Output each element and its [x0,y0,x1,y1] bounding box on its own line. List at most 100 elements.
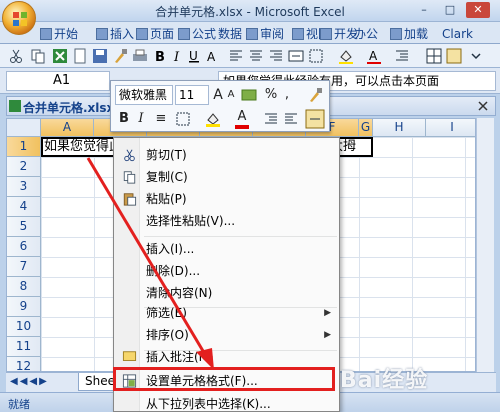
center-button[interactable]: ≡ [153,109,169,129]
menu-item-insert-comment[interactable]: 插入批注(M) [116,346,337,368]
close-button[interactable]: ✕ [466,2,490,18]
font-size-field[interactable]: 11 [175,85,209,105]
comma-button[interactable]: , [281,85,293,105]
tab-clark[interactable]: Clark [440,24,475,43]
row-header[interactable]: 1 [7,137,41,157]
menu-item-sort[interactable]: 排序(O) ▶ [116,324,337,346]
row-header[interactable]: 8 [7,277,41,297]
row-header[interactable]: 12 [7,357,41,371]
shrink-font-button[interactable]: A [225,85,237,105]
align-right-icon[interactable] [268,48,284,64]
column-header[interactable]: A [41,119,94,137]
row-header[interactable]: 4 [7,197,41,217]
bold-tool-icon[interactable]: B [152,48,168,64]
merge-center-icon[interactable] [305,109,325,129]
bold-button[interactable]: B [117,109,131,129]
maximize-button[interactable]: □ [438,2,462,18]
page-icon [136,27,148,40]
quick-access-toolbar: B I U A A [0,44,500,68]
view-icon [292,27,304,40]
menu-item-clear-contents[interactable]: 清除内容(N) [116,282,337,304]
brush-icon[interactable] [112,48,128,64]
insert-icon [96,27,108,40]
addins-icon [390,27,402,40]
column-header[interactable]: I [426,119,475,137]
menu-item-paste-special[interactable]: 选择性粘贴(V)... [116,210,337,232]
italic-button[interactable]: I [135,109,147,129]
borders-icon[interactable] [175,111,191,127]
number-format-icon[interactable] [241,87,259,103]
tab-office[interactable]: 办公 [352,24,380,43]
svg-text:A: A [369,49,378,63]
fill-color-icon[interactable] [338,48,354,64]
row-header[interactable]: 6 [7,237,41,257]
cut-icon[interactable] [8,48,24,64]
menu-item-cut[interactable]: 剪切(T) [116,144,337,166]
italic-tool-icon[interactable]: I [170,48,186,64]
formula-icon [178,27,190,40]
office-button[interactable] [2,1,36,35]
increase-indent-icon[interactable] [283,111,299,127]
vertical-scrollbar[interactable] [476,118,494,372]
tab-home[interactable]: 开始 [38,24,80,43]
sheet-navigation[interactable]: ◀◀◀▶ [10,376,49,387]
format-painter-icon[interactable] [307,87,323,103]
percent-button[interactable]: % [263,85,279,105]
row-header[interactable]: 3 [7,177,41,197]
font-name-field[interactable]: 微软雅黑 [115,85,173,105]
tab-data[interactable]: 数据 [216,24,244,43]
decrease-indent-icon[interactable] [263,111,279,127]
comment-icon [122,351,137,361]
home-icon [40,27,52,40]
table-icon[interactable] [446,48,462,64]
save-icon[interactable] [92,48,108,64]
excel-icon[interactable] [52,48,68,64]
print-icon[interactable] [132,48,148,64]
minimize-button[interactable]: – [412,2,436,18]
workbook-title: 合并单元格.xlsx [23,101,115,115]
align-center-icon[interactable] [248,48,264,64]
font-color-icon[interactable]: A [366,48,382,64]
tab-insert[interactable]: 插入 [94,24,136,43]
underline-icon[interactable]: U [186,48,202,64]
select-all-corner[interactable] [7,119,41,137]
more-options-icon[interactable] [468,48,484,64]
grow-font-button[interactable]: A [212,85,224,105]
developer-icon [320,27,332,40]
copy-icon [123,171,136,184]
name-box[interactable]: A1 [6,71,110,91]
new-icon[interactable] [72,48,88,64]
menu-item-copy[interactable]: 复制(C) [116,166,337,188]
row-header[interactable]: 11 [7,337,41,357]
tab-formulas[interactable]: 公式 [176,24,218,43]
column-header[interactable]: G [359,119,373,137]
menu-item-paste[interactable]: 粘贴(P) [116,188,337,210]
row-header[interactable]: 9 [7,297,41,317]
border-icon[interactable] [308,48,324,64]
menu-item-filter[interactable]: 筛选(E) ▶ [116,302,337,324]
row-header[interactable]: 7 [7,257,41,277]
row-header[interactable]: 5 [7,217,41,237]
row-header[interactable]: 2 [7,157,41,177]
menu-item-delete[interactable]: 删除(D)... [116,260,337,282]
row-header[interactable]: 10 [7,317,41,337]
align-left-icon[interactable] [228,48,244,64]
workbook-close-icon[interactable] [477,100,489,112]
tab-addins[interactable]: 加载 [388,24,430,43]
grid-lines-icon[interactable] [426,48,442,64]
column-header[interactable]: H [373,119,426,137]
watermark: Bai经验 [340,368,429,393]
font-size-icon[interactable]: A [206,48,222,64]
ribbon-tabs: 开始 插入 页面 公式 数据 审阅 视图 开发 办公 加载 Clark [0,22,500,44]
indent-icon[interactable] [394,48,410,64]
menu-item-pick-from-list[interactable]: 从下拉列表中选择(K)... [116,393,337,412]
merge-icon[interactable] [288,48,304,64]
menu-item-insert[interactable]: 插入(I)... [116,238,337,260]
highlight-box [113,367,335,391]
tab-review[interactable]: 审阅 [244,24,286,43]
highlight-color-icon[interactable] [205,111,223,127]
copy-icon[interactable] [30,48,46,64]
font-color-button[interactable]: A [235,107,249,127]
review-icon [246,27,258,40]
tab-page-layout[interactable]: 页面 [134,24,176,43]
